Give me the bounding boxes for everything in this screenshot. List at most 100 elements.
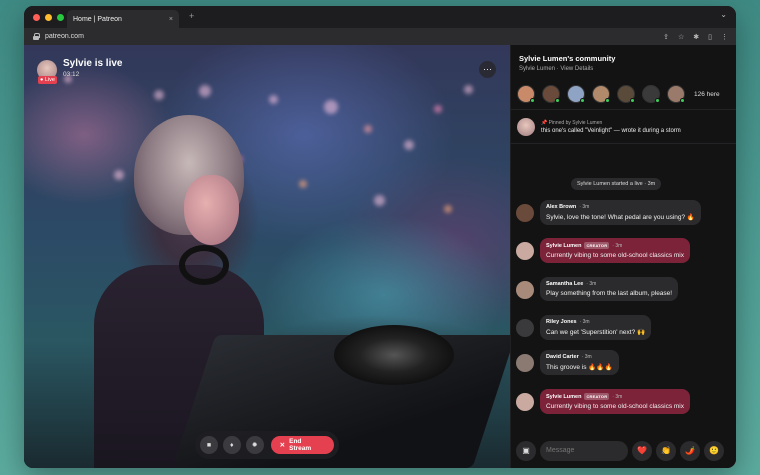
chat-message: Riley Jones · 3m Can we get 'Superstition… [516,315,652,340]
message-bubble[interactable]: David Carter · 3m This groove is 🔥🔥🔥 [540,350,619,375]
url-text[interactable]: patreon.com [45,33,84,40]
chat-message: Alex Brown · 3m Sylvie, love the tone! Wh… [516,200,702,225]
message-bubble[interactable]: Alex Brown · 3m Sylvie, love the tone! Wh… [540,200,702,225]
message-bubble[interactable]: Samantha Lee · 3m Play something from the… [540,277,679,301]
message-avatar[interactable] [516,354,534,372]
viewer-avatar[interactable] [667,85,685,103]
message-author: Sylvie Lumen [546,242,582,249]
bokeh-light [404,140,414,150]
extensions-icon[interactable]: ✱ [693,33,699,41]
viewer-avatar[interactable] [517,85,535,103]
chat-message: Sylvie Lumen CREATOR · 3m Currently vibing… [516,389,690,414]
stream-elapsed: 03:12 [63,71,80,78]
minimize-window-button[interactable] [45,13,52,21]
viewer-count: 126 here [694,90,720,98]
message-input[interactable] [540,440,628,461]
message-author: David Carter [546,354,579,360]
tab-title: Home | Patreon [73,15,122,23]
image-upload-icon[interactable]: ▣ [516,440,536,461]
viewer-avatar[interactable] [592,85,610,103]
online-indicator [680,98,685,103]
bokeh-light [364,125,372,133]
add-reaction-button[interactable]: 🙂 [704,440,724,461]
viewer-avatar[interactable] [642,85,660,103]
host-text: Sylvie is live 03:12 [63,58,123,78]
more-options-button[interactable]: ··· [479,61,496,78]
message-time: · 3m [579,319,590,325]
heart-reaction-button[interactable]: ❤️ [632,440,652,461]
viewer-avatar[interactable] [617,85,635,103]
pinned-message[interactable]: 📌 Pinned by Sylvie Lumen this one's call… [511,109,736,144]
chat-message: Samantha Lee · 3m Play something from the… [516,277,679,301]
message-bubble[interactable]: Riley Jones · 3m Can we get 'Superstition… [540,315,652,340]
message-time: · 3m [586,281,597,287]
live-badge-label: Live [44,77,55,83]
chat-message: David Carter · 3m This groove is 🔥🔥🔥 [516,350,619,375]
close-icon: ✕ [279,442,286,449]
menu-icon[interactable]: ⋮ [721,33,728,41]
viewer-avatar[interactable] [567,85,585,103]
bokeh-light [374,195,385,206]
browser-tab[interactable]: Home | Patreon × [67,10,179,28]
live-badge: ● Live [38,76,57,84]
clap-reaction-button[interactable]: 👏 [656,440,676,461]
message-avatar[interactable] [516,242,534,260]
message-time: · 3m [579,204,590,210]
bokeh-light [444,205,452,213]
star-icon[interactable]: ☆ [678,33,684,41]
new-tab-button[interactable]: + [189,11,194,21]
end-stream-button[interactable]: ✕ End Stream [270,436,334,454]
stream-controls: ■ ♦ ✹ ✕ End Stream [195,431,339,459]
system-message: Sylvie Lumen started a live · 3m [571,178,662,190]
pinned-label: 📌 Pinned by Sylvie Lumen [541,119,603,126]
message-time: · 3m [612,242,623,249]
viewer-avatar[interactable] [542,85,560,103]
community-title: Sylvie Lumen's community [519,54,616,63]
bokeh-light [299,180,307,188]
bokeh-light [269,95,278,104]
zoom-window-button[interactable] [57,13,64,21]
camera-icon[interactable]: ■ [200,436,218,454]
message-author: Sylvie Lumen [546,393,582,400]
toolbar-icons: ⇪ ☆ ✱ ▯ ⋮ [663,33,728,41]
address-bar[interactable]: patreon.com ⇪ ☆ ✱ ▯ ⋮ [24,28,736,45]
share-icon[interactable]: ⇪ [663,33,669,41]
sidebar-icon[interactable]: ▯ [708,33,712,41]
message-avatar[interactable] [516,319,534,337]
creator-badge: CREATOR [584,242,610,249]
message-avatar[interactable] [516,204,534,222]
settings-icon[interactable]: ✹ [245,436,264,454]
message-avatar[interactable] [516,281,534,299]
message-text: This groove is 🔥🔥🔥 [546,364,613,371]
tab-list-chevron-icon[interactable]: ⌄ [720,10,727,19]
message-bubble[interactable]: Sylvie Lumen CREATOR · 3m Currently vibing… [540,389,690,414]
message-author: Samantha Lee [546,281,584,287]
tab-close-icon[interactable]: × [169,16,173,23]
host-name: Sylvie is live [63,58,123,69]
bokeh-light [324,100,338,114]
online-indicator [580,98,585,103]
chili-reaction-button[interactable]: 🌶️ [680,440,700,461]
host-info: ● Live Sylvie is live 03:12 [37,58,123,84]
window-controls [33,13,64,21]
message-composer: ▣ ❤️ 👏 🌶️ 🙂 [511,433,736,468]
community-subtitle[interactable]: Sylvie Lumen · View Details [519,66,593,72]
message-bubble[interactable]: Sylvie Lumen CREATOR · 3m Currently vibing… [540,238,690,263]
online-indicator [630,98,635,103]
pinned-content: 📌 Pinned by Sylvie Lumen this one's call… [541,120,681,134]
tab-bar: Home | Patreon × + ⌄ [24,6,736,28]
message-text: Sylvie, love the tone! What pedal are yo… [546,214,696,221]
host-avatar[interactable]: ● Live [37,60,57,84]
message-time: · 3m [581,354,592,360]
community-panel: Sylvie Lumen's community Sylvie Lumen · … [510,45,736,468]
online-indicator [530,98,535,103]
bokeh-light [464,85,473,94]
message-text: Currently vibing to some old-school clas… [546,403,684,410]
message-text: Play something from the last album, plea… [546,290,673,297]
message-avatar[interactable] [516,393,534,411]
online-indicator [655,98,660,103]
message-text: Currently vibing to some old-school clas… [546,252,684,259]
close-window-button[interactable] [33,13,40,21]
mic-icon[interactable]: ♦ [222,436,241,454]
bokeh-light [199,85,211,97]
